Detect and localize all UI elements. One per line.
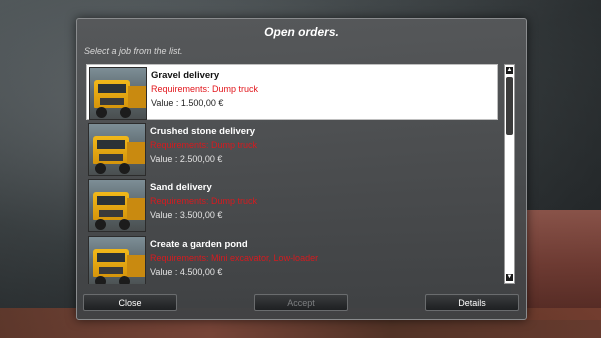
- truck-window: [98, 84, 126, 93]
- scroll-down-arrow-icon[interactable]: ▼: [506, 274, 513, 281]
- job-requirements: Requirements: Dump truck: [150, 196, 258, 206]
- scroll-thumb[interactable]: [506, 77, 513, 135]
- close-button[interactable]: Close: [83, 294, 177, 311]
- truck-wheel: [95, 219, 106, 230]
- job-list-scrollbar[interactable]: ▲ ▼: [504, 64, 515, 284]
- truck-grill: [99, 154, 123, 161]
- truck-grill: [99, 210, 123, 217]
- job-requirements: Requirements: Mini excavator, Low-loader: [150, 253, 319, 263]
- truck-body: [128, 86, 146, 108]
- truck-window: [97, 253, 125, 262]
- job-name: Sand delivery: [150, 182, 212, 193]
- job-name: Crushed stone delivery: [150, 126, 256, 137]
- job-requirements: Requirements: Dump truck: [151, 84, 259, 94]
- truck-body: [127, 255, 145, 277]
- job-value: Value : 2.500,00 €: [150, 154, 223, 164]
- job-value: Value : 1.500,00 €: [151, 98, 224, 108]
- truck-wheel: [96, 107, 107, 118]
- dialog-subtitle: Select a job from the list.: [84, 46, 183, 56]
- scroll-up-arrow-icon[interactable]: ▲: [506, 67, 513, 74]
- job-value: Value : 3.500,00 €: [150, 210, 223, 220]
- accept-button[interactable]: Accept: [254, 294, 348, 311]
- job-item-sand-delivery[interactable]: Sand delivery Requirements: Dump truck V…: [86, 177, 498, 233]
- truck-grill: [100, 98, 124, 105]
- truck-grill: [99, 267, 123, 274]
- truck-body: [127, 198, 145, 220]
- job-item-crushed-stone-delivery[interactable]: Crushed stone delivery Requirements: Dum…: [86, 121, 498, 177]
- truck-window: [97, 140, 125, 149]
- truck-window: [97, 196, 125, 205]
- details-button[interactable]: Details: [425, 294, 519, 311]
- dialog-title: Open orders.: [264, 25, 339, 39]
- truck-wheel: [95, 276, 106, 284]
- job-item-create-garden-pond[interactable]: Create a garden pond Requirements: Mini …: [86, 234, 498, 284]
- truck-wheel: [119, 276, 130, 284]
- job-requirements: Requirements: Dump truck: [150, 140, 258, 150]
- dump-truck-icon: [89, 67, 147, 120]
- truck-wheel: [120, 107, 131, 118]
- job-item-gravel-delivery[interactable]: Gravel delivery Requirements: Dump truck…: [86, 64, 498, 120]
- job-list: Gravel delivery Requirements: Dump truck…: [86, 64, 500, 284]
- truck-wheel: [119, 163, 130, 174]
- truck-wheel: [95, 163, 106, 174]
- truck-wheel: [119, 219, 130, 230]
- dump-truck-icon: [88, 179, 146, 232]
- dump-truck-icon: [88, 236, 146, 284]
- truck-body: [127, 142, 145, 164]
- job-name: Create a garden pond: [150, 239, 248, 250]
- job-name: Gravel delivery: [151, 70, 220, 81]
- dump-truck-icon: [88, 123, 146, 176]
- job-value: Value : 4.500,00 €: [150, 267, 223, 277]
